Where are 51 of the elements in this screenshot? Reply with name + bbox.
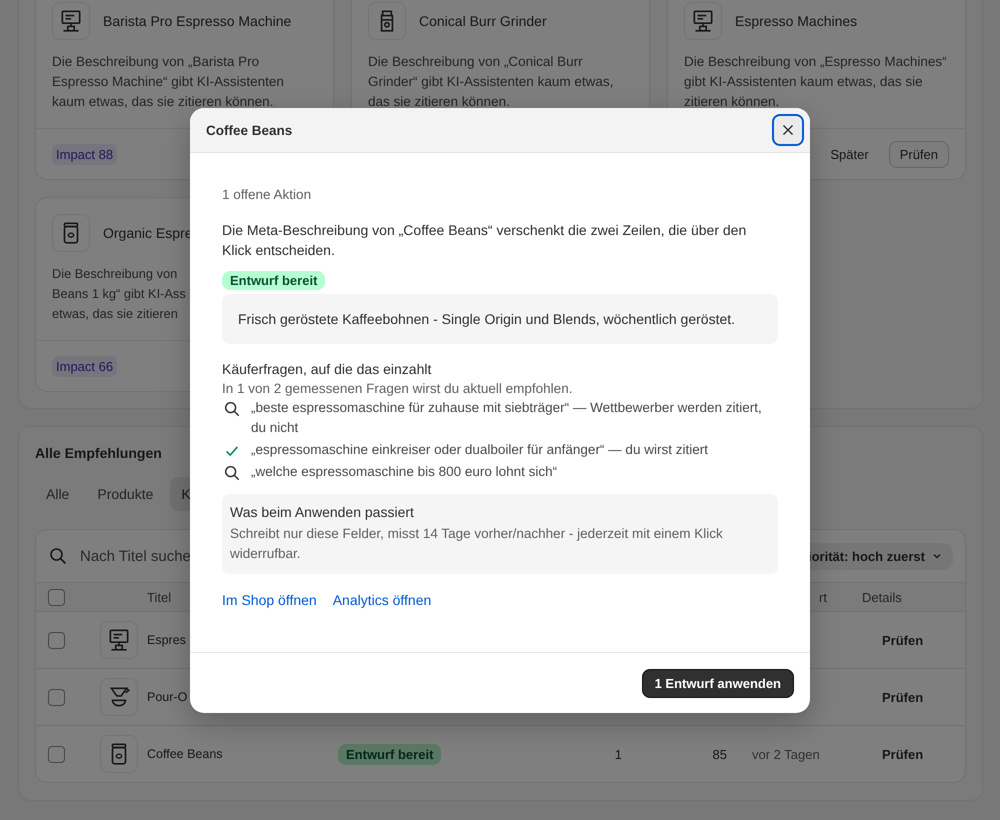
- draft-text: Frisch geröstete Kaffeebohnen - Single Origin und Blends, wöchentlich geröstet.: [222, 294, 778, 344]
- text-link[interactable]: Im Shop öffnen: [222, 592, 317, 608]
- buyer-question: „welche espressomaschine bis 800 euro lohnt sich“: [251, 463, 558, 481]
- search-field[interactable]: Nach Titel suche: [78, 546, 202, 566]
- questions-title: Käuferfragen, auf die das einzahlt: [222, 361, 432, 377]
- product-title: Barista Pro Espresso Machine: [103, 13, 292, 29]
- apply-button[interactable]: 1 Entwurf anwenden: [642, 668, 794, 698]
- card-description: Die Beschreibung von „Conical Burr Grinder“ gibt KI-Assistenten kaum etwas, das sie zitieren können.: [368, 53, 614, 111]
- row-checkbox[interactable]: [48, 688, 65, 706]
- questions-summary: In 1 von 2 gemessenen Fragen wirst du aktuell empfohlen.: [222, 381, 574, 396]
- search-icon: [223, 464, 241, 482]
- buyer-question: „beste espressomaschine für zuhause mit siebträger“ — Wettbewerber werden zitiert, du nicht: [251, 399, 763, 437]
- modal-title: Coffee Beans: [206, 122, 292, 138]
- select-all-checkbox[interactable]: [48, 588, 65, 606]
- text-link[interactable]: Analytics öffnen: [332, 592, 432, 608]
- info-text: Schreibt nur diese Felder, misst 14 Tage vorher/nachher - jederzeit mit einem Klick widerrufbar.: [230, 525, 724, 563]
- column-header: Details: [862, 590, 902, 604]
- review-button[interactable]: Prüfen: [888, 140, 949, 168]
- filter-tab[interactable]: Alle: [35, 477, 80, 511]
- row-checkbox[interactable]: [48, 746, 65, 762]
- card-description: Die Beschreibung von „Espresso Machines“ gibt KI-Assistenten kaum etwas, das sie zitieren können.: [684, 53, 948, 111]
- product-title: Coffee Beans: [147, 747, 223, 761]
- card-description: Die Beschreibung von „Barista Pro Espresso Machine“ gibt KI-Assistenten kaum etwas, das sie zitieren können.: [52, 53, 285, 111]
- card-description: Die Beschreibung von Beans 1 kg“ gibt KI-Ass etwas, das sie zitieren: [52, 265, 186, 323]
- info-title: Was beim Anwenden passiert: [230, 504, 415, 520]
- table-cell-text: 85: [712, 746, 728, 762]
- buyer-question: „espressomaschine einkreiser oder dualboiler für anfänger“ — du wirst zitiert: [251, 441, 708, 459]
- status-badge: Entwurf bereit: [222, 271, 326, 290]
- review-link[interactable]: Prüfen: [862, 690, 924, 704]
- search-icon: [223, 400, 241, 418]
- product-title: Espres: [147, 633, 186, 647]
- section-title: Alle Empfehlungen: [35, 445, 162, 461]
- action-count: 1 offene Aktion: [222, 187, 312, 202]
- filter-tab[interactable]: Produkte: [86, 477, 164, 511]
- impact-badge: Impact 66: [52, 356, 118, 376]
- date-cell-text: vor 2 Tagen: [751, 746, 820, 762]
- close-button[interactable]: [772, 114, 804, 146]
- table-cell-text: 1: [614, 746, 623, 762]
- product-title: Pour-O: [147, 690, 188, 704]
- modal-message: Die Meta-Beschreibung von „Coffee Beans“ verschenkt die zwei Zeilen, die über den Klick entscheiden.: [222, 221, 748, 260]
- later-button[interactable]: Später: [824, 146, 875, 162]
- impact-badge: Impact 88: [52, 144, 118, 164]
- review-link[interactable]: Prüfen: [862, 632, 924, 648]
- search-icon: [48, 546, 68, 566]
- review-link[interactable]: Prüfen: [862, 746, 924, 762]
- status-badge: Entwurf bereit: [338, 744, 442, 764]
- product-title: Espresso Machines: [735, 13, 858, 29]
- column-header: Titel: [147, 590, 172, 604]
- column-header: rt: [818, 590, 827, 604]
- row-checkbox[interactable]: [48, 632, 65, 648]
- product-title: Conical Burr Grinder: [419, 13, 547, 29]
